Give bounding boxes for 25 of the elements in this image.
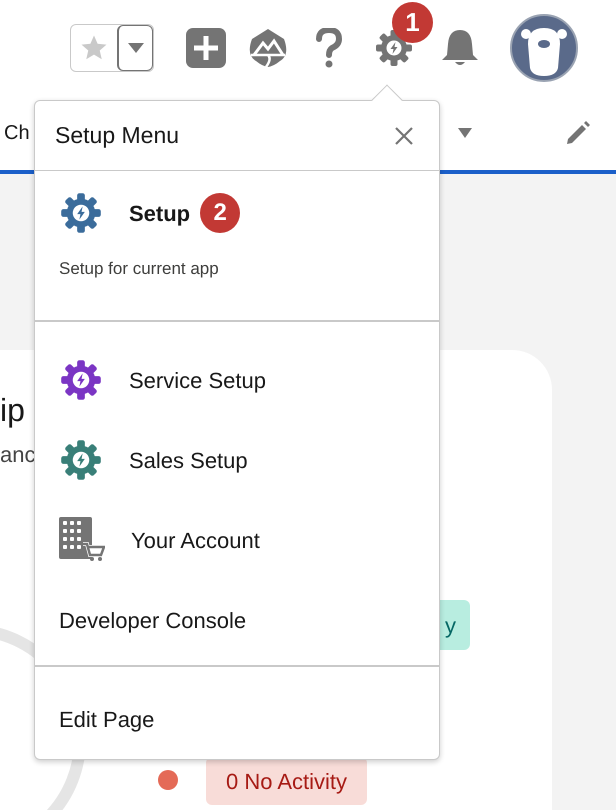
card-title: ip: [0, 391, 25, 430]
pencil-icon[interactable]: [564, 119, 592, 147]
menu-item-description: Setup for current app: [58, 258, 220, 280]
activity-badge: 0 No Activity: [206, 757, 368, 805]
step-badge: 2: [200, 193, 240, 233]
mountain-icon[interactable]: [248, 29, 288, 67]
favorites-button[interactable]: [70, 24, 154, 72]
menu-item[interactable]: Setup 2: [35, 190, 439, 236]
caret-down-icon: [128, 43, 144, 53]
notification-badge: 1: [392, 2, 433, 43]
help-icon[interactable]: [314, 28, 344, 68]
caret-down-icon[interactable]: [458, 128, 472, 138]
menu-item[interactable]: Your Account: [35, 500, 439, 580]
menu-item[interactable]: Sales Setup: [35, 420, 439, 500]
add-icon[interactable]: [186, 28, 226, 68]
menu-title: Setup Menu: [55, 121, 180, 150]
nav-tab[interactable]: Ch: [4, 118, 30, 148]
menu-item[interactable]: Service Setup: [35, 340, 439, 420]
close-icon[interactable]: [395, 126, 413, 144]
avatar[interactable]: [510, 14, 578, 82]
status-dot-icon: [158, 770, 178, 790]
building-cart-icon: [59, 517, 105, 563]
menu-item[interactable]: Edit Page: [35, 679, 439, 759]
card-subtitle: anc: [0, 441, 36, 469]
bell-icon[interactable]: [440, 28, 480, 68]
